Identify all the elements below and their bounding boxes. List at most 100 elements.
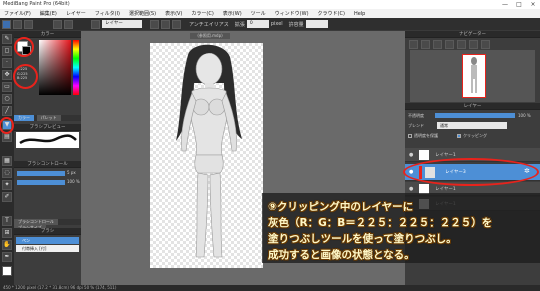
eye-icon[interactable]: ● [409,186,413,192]
menu-tool[interactable]: ツール [251,10,266,17]
navigator-header: ナビゲーター [405,31,540,38]
eyedropper-tool-icon[interactable]: ✒ [2,252,12,262]
rotate-right-icon[interactable] [445,40,454,49]
brush-list-item[interactable]: ペン [16,237,79,244]
layer-thumbnail [419,150,429,160]
flip-icon[interactable] [457,40,466,49]
layer-opacity-slider[interactable] [435,113,515,118]
brush-size-value: 5 px [67,170,76,175]
clipping-checkbox[interactable] [457,134,461,138]
layer-name: レイヤー1 [435,187,456,192]
save-button[interactable] [24,19,33,29]
lasso-tool-icon[interactable]: ◌ [2,168,12,178]
antialias-label[interactable]: アンチエイリアス [189,21,229,28]
tab-palette[interactable]: パレット [36,115,61,121]
menu-window[interactable]: ウィンドウ(W) [275,10,309,17]
brush-item-label: 付帯挿入 [付] [22,246,47,251]
brush-opacity-value: 100 % [67,179,80,184]
menu-display[interactable]: 表示(W) [223,10,242,17]
menu-file[interactable]: ファイル(F) [4,10,31,17]
protect-alpha-label: 透明度を保護 [414,133,438,138]
expand-input[interactable]: 0 [246,20,269,28]
clipping-label: クリッピング [463,133,487,138]
text-tool-icon[interactable]: T [2,216,12,226]
dot-tool-icon[interactable]: · [2,58,12,68]
option-toggle-1[interactable] [150,19,159,29]
menu-select[interactable]: 選択範囲(S) [129,10,156,17]
window-controls: — □ × [498,0,540,9]
select-tool-icon[interactable]: ▦ [2,156,12,166]
brush-size-slider[interactable] [17,171,65,176]
hue-slider[interactable] [73,40,79,95]
caption-line: 塗りつぶしツールを使って塗りつぶし。 [268,233,457,245]
tool-strip: ✎ ◻ · ✥ ▭ ○ ╱ ▼ ▤ ▦ ◌ ✦ ✐ T ⊞ ✋ ✒ [0,31,14,285]
brush-preview-header: ブラシプレビュー [14,124,81,131]
maximize-button[interactable]: □ [512,0,526,9]
brush-opacity-slider[interactable] [17,180,65,185]
option-toggle-3[interactable] [172,19,181,29]
annotation-ring-rgb [13,64,38,89]
brush-list-item[interactable]: 付帯挿入 [付] [16,245,79,252]
close-button[interactable]: × [526,0,540,9]
reset-icon[interactable] [481,40,490,49]
tolerance-label: 許容量 [288,21,304,28]
zoom-out-icon[interactable] [421,40,430,49]
divide-tool-icon[interactable]: ⊞ [2,228,12,238]
hand-tool-icon[interactable]: ✋ [2,240,12,250]
menu-help[interactable]: Help [354,11,365,17]
eye-icon[interactable]: ● [409,152,413,158]
toolbar: レイヤー アンチエイリアス 拡張 0 pixel 許容量 [0,18,540,30]
menu-bar: ファイル(F) 編集(E) レイヤー フィルタ(I) 選択範囲(S) 表示(V)… [0,9,540,18]
rotate-left-icon[interactable] [433,40,442,49]
caption-line: ⑨クリッピング中のレイヤーに [268,201,414,213]
color-tabs: カラー パレット [14,115,81,121]
blend-select[interactable]: 通常 [437,122,507,129]
shape-tool-icon[interactable]: ▭ [2,82,12,92]
fit-icon[interactable] [469,40,478,49]
redo-button[interactable] [64,19,73,29]
annotation-ring-swatch [14,37,34,57]
menu-edit[interactable]: 編集(E) [40,10,57,17]
new-file-button[interactable] [13,19,22,29]
fill-tool-option-icon [91,19,100,29]
brush-control-header: ブラシコントロール [14,161,81,168]
menu-layer[interactable]: レイヤー [66,10,86,17]
color-picker-field[interactable] [39,40,71,95]
caption-line: 灰色（R：G：B＝２２５：２２５：２２５）を [268,217,493,229]
document-tab[interactable]: (参照用.mdp) [190,33,230,39]
window-title: MediBang Paint Pro (64bit) [3,1,70,7]
opacity-value: 100 % [518,113,531,118]
brush-preview [16,132,79,148]
expand-unit: pixel [270,21,283,27]
line-tool-icon[interactable]: ╱ [2,106,12,116]
title-bar: MediBang Paint Pro (64bit) [0,0,540,9]
tolerance-input[interactable] [305,20,328,28]
color-swatch-icon[interactable] [2,266,12,276]
cloud-button[interactable] [2,19,11,29]
protect-alpha-checkbox[interactable] [408,134,412,138]
navigator-preview[interactable] [410,50,535,102]
menu-color[interactable]: カラー(C) [191,10,213,17]
brush-item-label: ペン [22,238,30,243]
menu-cloud[interactable]: クラウド(C) [318,10,345,17]
undo-button[interactable] [53,19,62,29]
opacity-label: 不透明度 [408,113,424,118]
ellipse-tool-icon[interactable]: ○ [2,94,12,104]
brush-list-header: ブラシ [14,228,81,235]
zoom-in-icon[interactable] [409,40,418,49]
tab-color[interactable]: カラー [14,115,34,121]
layer-name: レイヤー1 [435,153,456,158]
menu-filter[interactable]: フィルタ(I) [95,10,120,17]
menu-view[interactable]: 表示(V) [165,10,182,17]
brush-tool-icon[interactable]: ✎ [2,34,12,44]
document-canvas[interactable] [150,43,263,268]
move-tool-icon[interactable]: ✥ [2,70,12,80]
target-select[interactable]: レイヤー [102,20,142,28]
minimize-button[interactable]: — [498,0,512,9]
eraser-tool-icon[interactable]: ◻ [2,46,12,56]
option-toggle-2[interactable] [161,19,170,29]
pen-select-tool-icon[interactable]: ✐ [2,192,12,202]
blend-label: ブレンド [408,123,424,128]
document-tab-label: (参照用.mdp) [197,33,223,38]
magic-wand-tool-icon[interactable]: ✦ [2,180,12,190]
